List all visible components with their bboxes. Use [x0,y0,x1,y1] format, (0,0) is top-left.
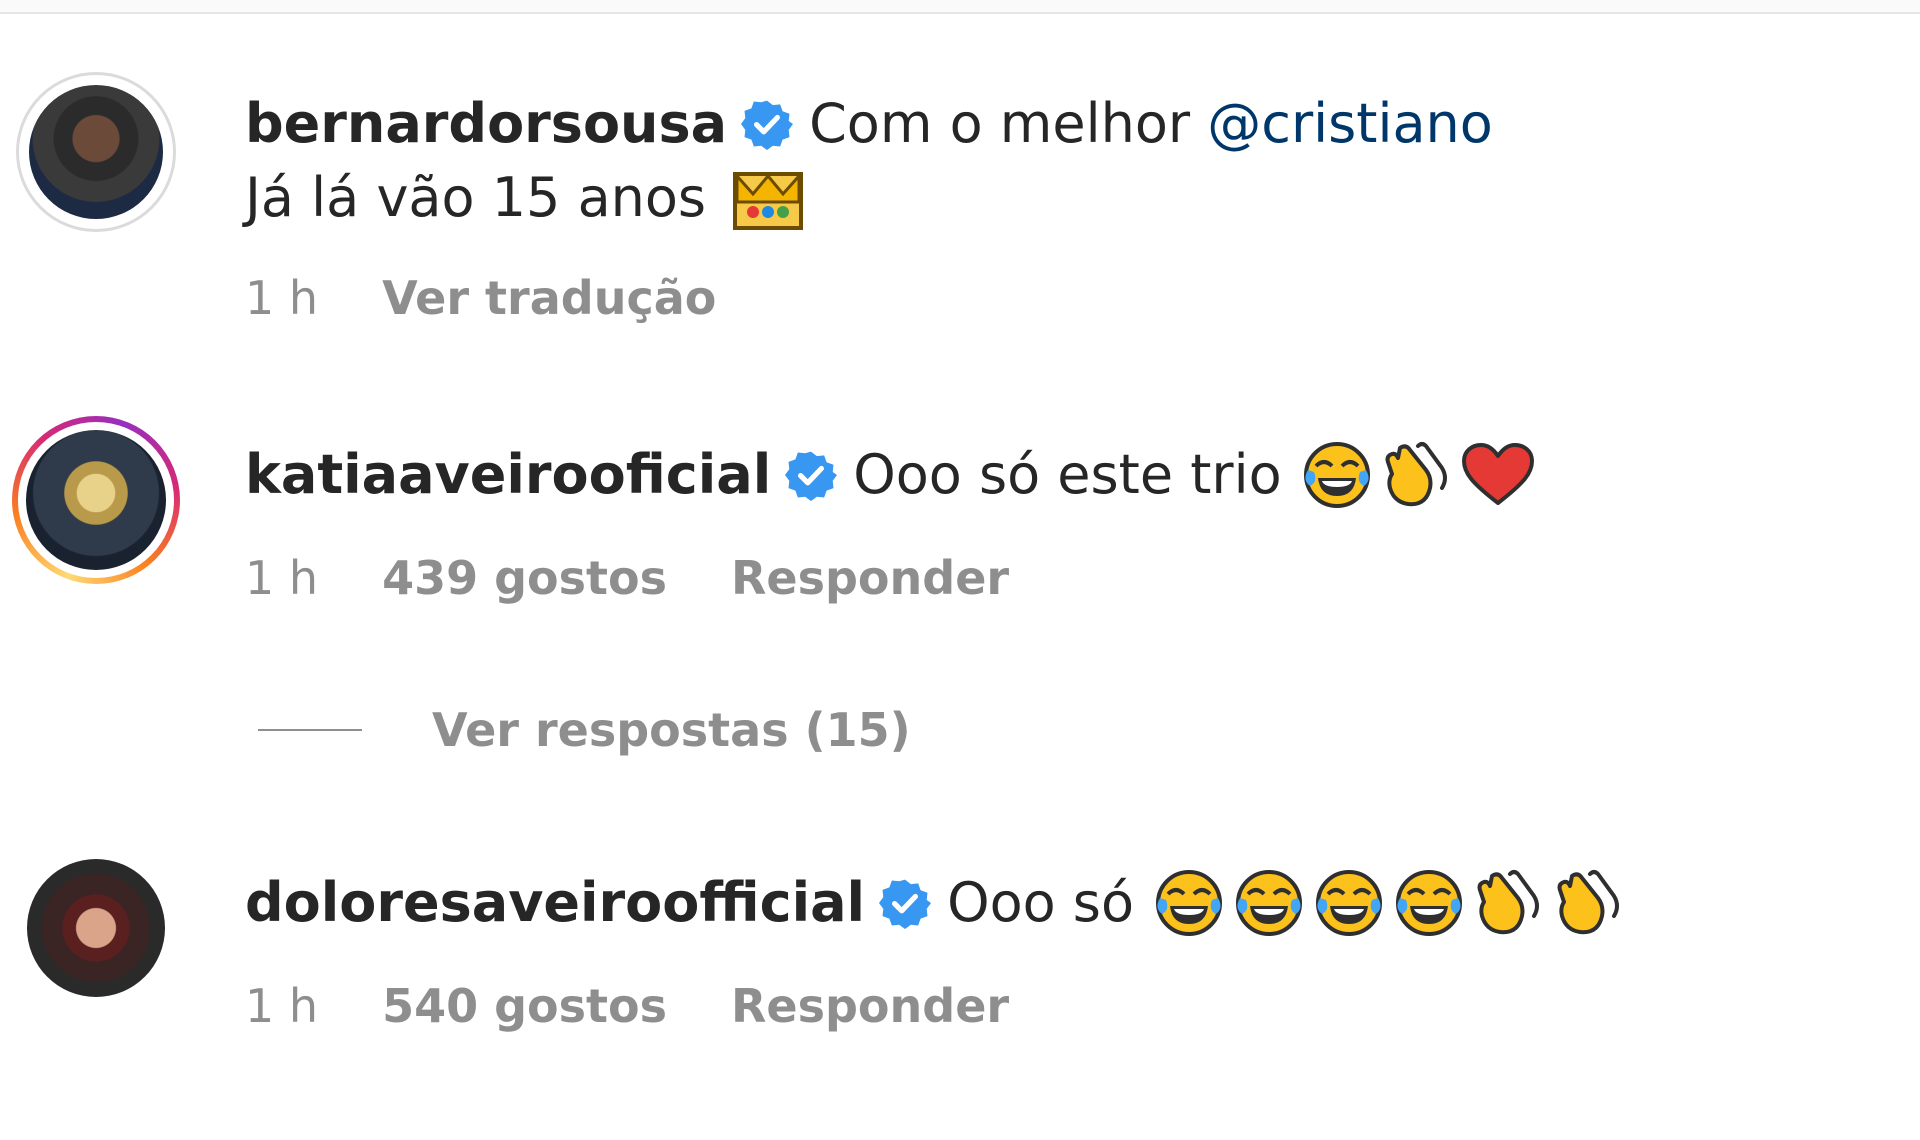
comment-time: 1 h [245,551,319,605]
red-heart-emoji-icon [1461,443,1534,505]
reply-button[interactable]: Responder [731,979,1009,1033]
comment-text: Ooo só este trio [853,443,1282,506]
see-translation-button[interactable]: Ver tradução [382,271,716,325]
clapping-hands-emoji-icon [1557,870,1619,935]
avatar-image [26,430,166,570]
comment-line: katiaaveirooficial Ooo só este trio [245,440,1534,510]
crown-emoji-icon [733,172,804,231]
view-replies-label: Ver respostas (15) [432,703,911,757]
top-divider [0,0,1920,14]
comment-text-line2: Já lá vão 15 anos [245,166,707,229]
comment-line-2: Já lá vão 15 anos [245,166,804,231]
comment-line: bernardorsousa Com o melhor @cristiano [245,92,1493,156]
avatar[interactable] [26,858,166,998]
comment-meta: 1 h 439 gostos Responder [245,550,1057,606]
clapping-hands-emoji-icon [1477,870,1539,935]
comment-line: doloresaveiroofficial Ooo só [245,868,1624,938]
comment-time: 1 h [245,979,319,1033]
avatar-image [29,85,163,219]
tears-of-joy-emoji-icon [1303,442,1370,508]
comment-text: Ooo só [947,871,1134,934]
comment-meta: 1 h Ver tradução [245,270,764,326]
avatar-image [27,859,165,997]
likes-count[interactable]: 540 gostos [382,979,667,1033]
view-replies-button[interactable]: Ver respostas (15) [258,702,911,758]
avatar-story-ring[interactable] [12,416,180,584]
tears-of-joy-emoji-icon [1155,870,1222,936]
comment-time: 1 h [245,271,319,325]
verified-badge-icon [879,879,932,929]
comment-meta: 1 h 540 gostos Responder [245,978,1057,1034]
reply-button[interactable]: Responder [731,551,1009,605]
comment-username[interactable]: doloresaveiroofficial [245,871,865,935]
avatar[interactable] [16,72,176,232]
replies-divider [258,729,362,731]
comment-username[interactable]: bernardorsousa [245,92,727,156]
mention-link[interactable]: @cristiano [1207,92,1493,156]
verified-badge-icon [785,451,838,501]
tears-of-joy-emoji-icon [1235,870,1302,936]
tears-of-joy-emoji-icon [1315,870,1382,936]
comment-username[interactable]: katiaaveirooficial [245,443,771,507]
tears-of-joy-emoji-icon [1395,870,1462,936]
clapping-hands-emoji-icon [1385,442,1447,507]
comment-text: Com o melhor [809,92,1208,155]
likes-count[interactable]: 439 gostos [382,551,667,605]
verified-badge-icon [741,100,794,150]
